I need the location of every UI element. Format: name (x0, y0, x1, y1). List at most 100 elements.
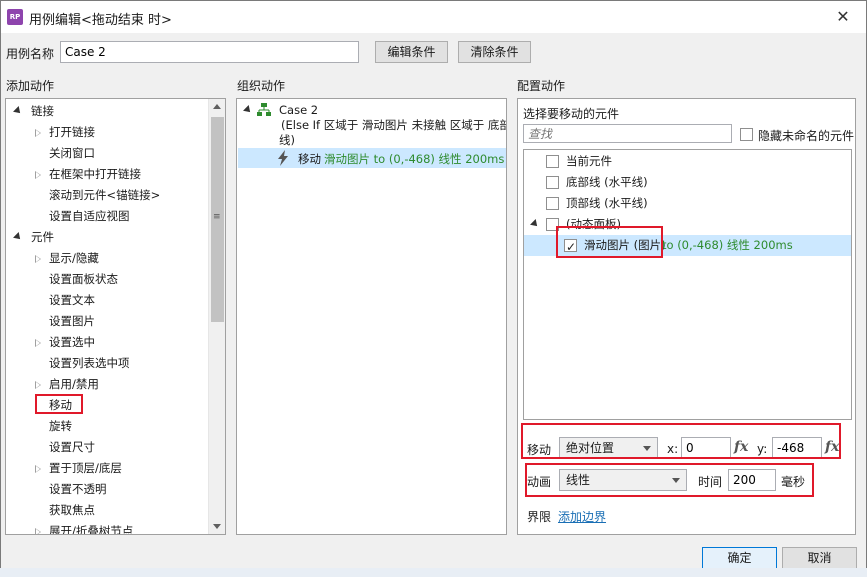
tree-item[interactable]: 设置尺寸 (6, 437, 206, 458)
collapsed-icon[interactable] (35, 171, 41, 179)
easing-value: 线性 (566, 473, 591, 487)
tree-item[interactable]: 置于顶层/底层 (6, 458, 206, 479)
configure-action-panel: 选择要移动的元件 隐藏未命名的元件 当前元件底部线 (水平线) 顶部线 (水平线)… (517, 98, 856, 535)
tree-item[interactable]: 设置列表选中项 (6, 353, 206, 374)
time-unit: 毫秒 (781, 475, 806, 489)
move-label: 移动 (527, 443, 552, 457)
tree-item[interactable]: 设置不透明 (6, 479, 206, 500)
scroll-up-icon[interactable] (213, 104, 221, 109)
collapsed-icon[interactable] (35, 129, 41, 137)
hide-unnamed-checkbox[interactable] (740, 128, 753, 141)
collapsed-icon[interactable] (35, 339, 41, 347)
hide-unnamed-label: 隐藏未命名的元件 (758, 129, 855, 143)
tree-item[interactable]: 旋转 (6, 416, 206, 437)
tree-item[interactable]: 展开/折叠树节点 (6, 521, 206, 534)
tree-item-label: 获取焦点 (49, 503, 95, 517)
use-case-editor-dialog: RP 用例编辑<拖动结束 时> ✕ 用例名称 编辑条件 清除条件 添加动作 组织… (0, 0, 867, 577)
widget-checkbox[interactable] (546, 155, 559, 168)
widget-label: (动态面板) (566, 217, 621, 231)
tree-item[interactable]: 滚动到元件<锚链接> (6, 185, 206, 206)
expanded-icon[interactable] (13, 106, 23, 116)
window-title: 用例编辑<拖动结束 时> (29, 13, 172, 28)
edit-condition-button[interactable]: 编辑条件 (375, 41, 448, 63)
tree-item-label: 滚动到元件<锚链接> (49, 188, 161, 202)
tree-item[interactable]: 显示/隐藏 (6, 248, 206, 269)
widget-item[interactable]: 底部线 (水平线) (524, 172, 851, 193)
tree-item[interactable]: 设置面板状态 (6, 269, 206, 290)
close-icon[interactable]: ✕ (828, 5, 858, 29)
add-bounds-link[interactable]: 添加边界 (558, 508, 606, 525)
tree-item[interactable]: 打开链接 (6, 122, 206, 143)
clear-condition-button[interactable]: 清除条件 (458, 41, 531, 63)
tree-item-label: 旋转 (49, 419, 72, 433)
widget-search-input[interactable] (523, 124, 732, 143)
case-expander-icon[interactable] (243, 105, 253, 115)
tree-item[interactable]: 关闭窗口 (6, 143, 206, 164)
tree-item-label: 链接 (31, 104, 54, 118)
widget-list: 当前元件底部线 (水平线) 顶部线 (水平线) (动态面板) 滑动图片 (图片) to… (523, 149, 852, 420)
y-label: y: (757, 442, 768, 456)
tree-item[interactable]: 设置选中 (6, 332, 206, 353)
y-input[interactable] (772, 437, 822, 459)
move-mode-select[interactable]: 绝对位置 (559, 437, 658, 459)
tree-item-label: 打开链接 (49, 125, 95, 139)
tree-item[interactable]: 链接 (6, 101, 206, 122)
scroll-grip-icon: ≡ (213, 212, 221, 222)
x-input[interactable] (681, 437, 731, 459)
time-label: 时间 (698, 475, 723, 489)
case-name-input[interactable] (60, 41, 359, 63)
tree-item-label: 置于顶层/底层 (49, 461, 122, 475)
add-actions-scrollbar[interactable]: ≡ (208, 99, 225, 534)
expanded-icon[interactable] (530, 219, 540, 229)
tree-item[interactable]: 设置图片 (6, 311, 206, 332)
widget-item[interactable]: 当前元件 (524, 151, 851, 172)
duration-input[interactable] (728, 469, 776, 491)
collapsed-icon[interactable] (35, 255, 41, 263)
select-widget-label: 选择要移动的元件 (523, 107, 620, 121)
x-fx-icon[interactable]: fx (734, 439, 748, 455)
easing-select[interactable]: 线性 (559, 469, 687, 491)
widget-item[interactable]: (动态面板) (524, 214, 851, 235)
widget-item[interactable]: 滑动图片 (图片) to (0,-468) 线性 200ms (524, 235, 851, 258)
expanded-icon[interactable] (13, 232, 23, 242)
tree-item[interactable]: 获取焦点 (6, 500, 206, 521)
widget-label: 当前元件 (566, 154, 612, 168)
app-logo-icon: RP (7, 9, 23, 25)
widget-item[interactable]: 顶部线 (水平线) (524, 193, 851, 214)
tree-item-label: 设置选中 (49, 335, 95, 349)
animation-label: 动画 (527, 475, 552, 489)
y-fx-icon[interactable]: fx (825, 439, 839, 455)
tree-item-label: 设置尺寸 (49, 440, 95, 454)
cancel-button[interactable]: 取消 (782, 547, 857, 569)
chevron-down-icon (643, 446, 651, 451)
case-condition-line1: (Else If 区域于 滑动图片 未接触 区域于 底部 (281, 118, 507, 132)
widget-checkbox[interactable] (546, 176, 559, 189)
tree-item[interactable]: 移动 (6, 395, 206, 416)
case-tree-icon (257, 103, 271, 116)
move-mode-value: 绝对位置 (566, 441, 615, 455)
collapsed-icon[interactable] (35, 381, 41, 389)
tree-item-label: 设置面板状态 (49, 272, 118, 286)
tree-item[interactable]: 设置自适应视图 (6, 206, 206, 227)
tree-item[interactable]: 元件 (6, 227, 206, 248)
action-verb: 移动 (298, 152, 321, 166)
collapsed-icon[interactable] (35, 465, 41, 473)
tree-item[interactable]: 在框架中打开链接 (6, 164, 206, 185)
add-actions-tree: 链接打开链接关闭窗口 在框架中打开链接滚动到元件<锚链接> 设置自适应视图 元件显示/… (5, 98, 226, 535)
case-name-label: 用例名称 (6, 47, 55, 61)
collapsed-icon[interactable] (35, 528, 41, 534)
widget-checkbox[interactable] (546, 218, 559, 231)
widget-checkbox[interactable] (564, 237, 577, 258)
widget-label: 顶部线 (水平线) (566, 196, 648, 210)
organize-actions-header: 组织动作 (237, 79, 286, 93)
widget-checkbox[interactable] (546, 197, 559, 210)
action-row-selected[interactable]: 移动 滑动图片 to (0,-468) 线性 200ms (238, 148, 506, 168)
tree-item-label: 显示/隐藏 (49, 251, 99, 265)
title-bar: RP 用例编辑<拖动结束 时> ✕ (1, 1, 866, 33)
tree-item[interactable]: 设置文本 (6, 290, 206, 311)
scroll-down-icon[interactable] (213, 524, 221, 529)
ok-button[interactable]: 确定 (702, 547, 777, 569)
tree-item-label: 设置不透明 (49, 482, 107, 496)
tree-item[interactable]: 启用/禁用 (6, 374, 206, 395)
action-detail: 滑动图片 to (0,-468) 线性 200ms (324, 152, 505, 166)
